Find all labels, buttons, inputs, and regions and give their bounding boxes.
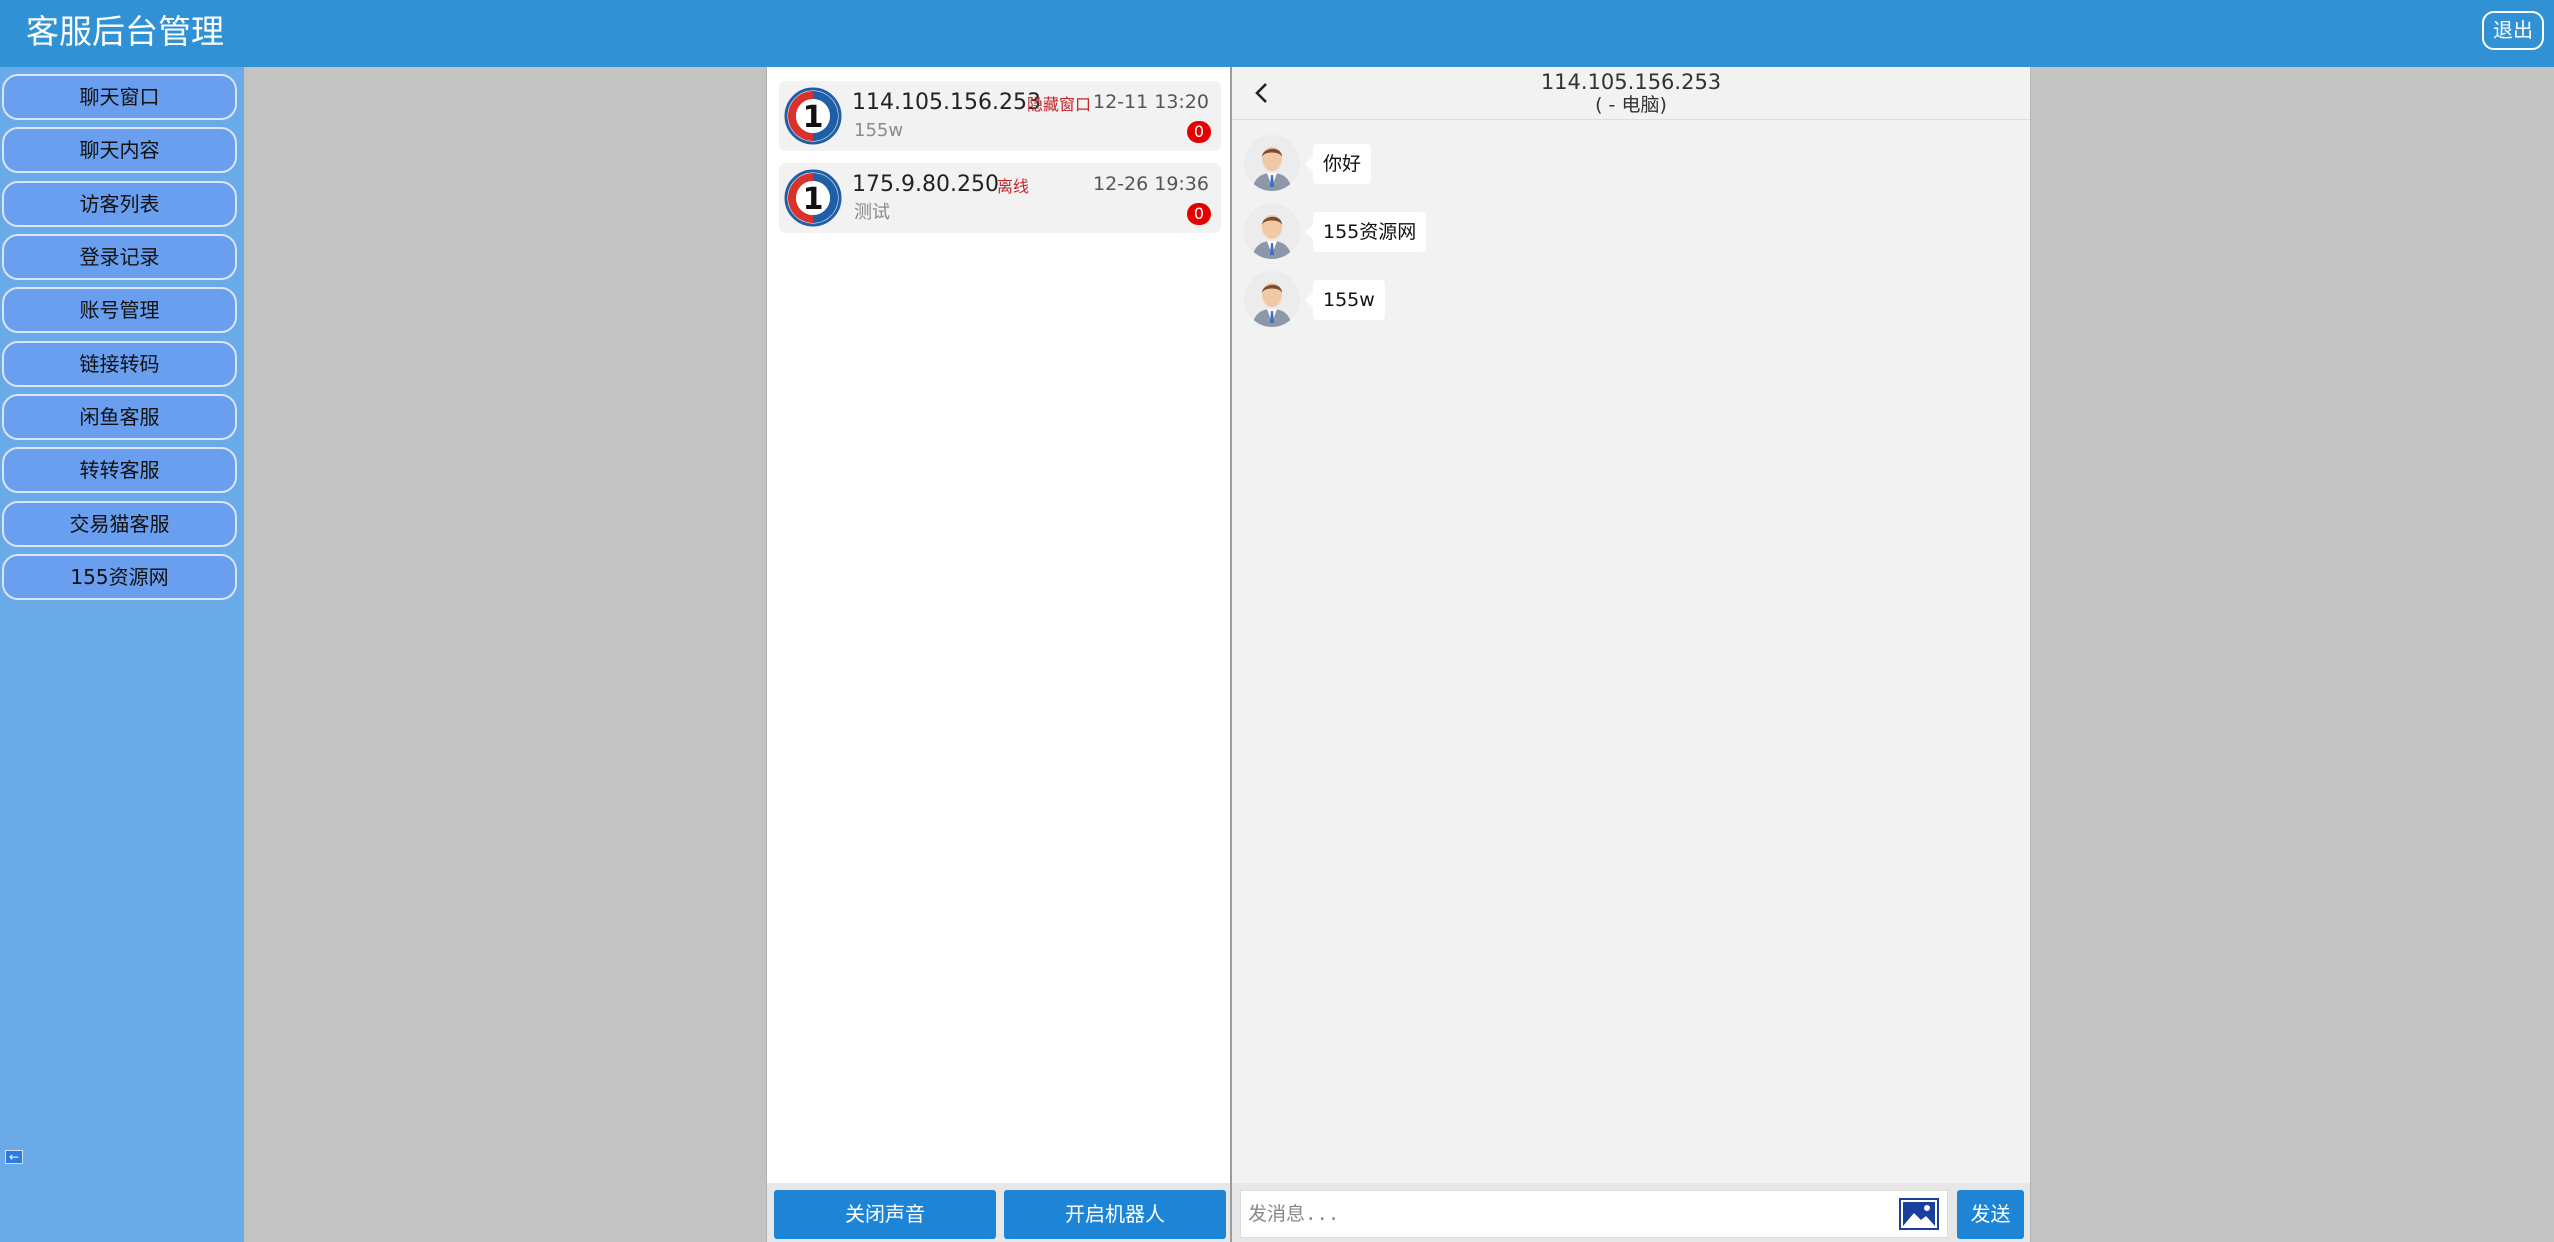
- conversation-list-panel: 1 114.105.156.253 隐藏窗口 155w 12-11 13:20 …: [766, 67, 1232, 1242]
- svg-text:1: 1: [803, 182, 824, 217]
- logout-button[interactable]: 退出: [2482, 11, 2544, 50]
- conversation-item[interactable]: 1 175.9.80.250 离线 测试 12-26 19:36 0: [779, 163, 1221, 233]
- sidebar: 聊天窗口 聊天内容 访客列表 登录记录 账号管理 链接转码 闲鱼客服 转转客服 …: [0, 67, 244, 1242]
- sidebar-item-155-resource[interactable]: 155资源网: [2, 554, 237, 600]
- chat-panel: 114.105.156.253 ( - 电脑) 你好 155资源网 155w 发…: [1232, 67, 2031, 1242]
- conversation-status-tag: 隐藏窗口: [1027, 95, 1092, 114]
- sidebar-item-chat-window[interactable]: 聊天窗口: [2, 74, 237, 120]
- sidebar-item-zhuanzhuan-service[interactable]: 转转客服: [2, 447, 237, 493]
- user-avatar-icon: [1244, 135, 1300, 191]
- visitor-logo-icon: 1: [784, 169, 842, 227]
- conversation-time: 12-26 19:36: [1092, 173, 1209, 195]
- sidebar-item-link-transcode[interactable]: 链接转码: [2, 341, 237, 387]
- message-input[interactable]: [1240, 1190, 1948, 1238]
- conversation-ip: 114.105.156.253: [852, 90, 1041, 115]
- arrow-left-icon[interactable]: ←: [5, 1150, 23, 1164]
- sidebar-item-jiaoyimao-service[interactable]: 交易猫客服: [2, 501, 237, 547]
- image-upload-icon[interactable]: [1899, 1198, 1939, 1230]
- sidebar-item-xianyu-service[interactable]: 闲鱼客服: [2, 394, 237, 440]
- conversation-preview: 测试: [854, 202, 890, 223]
- visitor-logo-icon: 1: [784, 87, 842, 145]
- conversation-ip: 175.9.80.250: [852, 172, 999, 197]
- sidebar-item-login-records[interactable]: 登录记录: [2, 234, 237, 280]
- message-bubble: 155资源网: [1304, 212, 1427, 252]
- top-bar: 客服后台管理 退出: [0, 0, 2554, 67]
- sidebar-item-chat-content[interactable]: 聊天内容: [2, 127, 237, 173]
- chat-title: 114.105.156.253: [1540, 70, 1722, 94]
- sidebar-item-account-management[interactable]: 账号管理: [2, 287, 237, 333]
- svg-text:1: 1: [803, 100, 824, 135]
- conversation-preview: 155w: [854, 120, 904, 141]
- send-button[interactable]: 发送: [1957, 1190, 2024, 1239]
- user-avatar-icon: [1244, 271, 1300, 327]
- conversation-status-tag: 离线: [997, 177, 1030, 196]
- conversation-footer: 关闭声音 开启机器人: [767, 1183, 1230, 1242]
- unread-badge: 0: [1187, 203, 1211, 225]
- chat-footer: 发送: [1232, 1183, 2030, 1242]
- unread-badge: 0: [1187, 121, 1211, 143]
- conversation-time: 12-11 13:20: [1092, 91, 1209, 113]
- user-avatar-icon: [1244, 203, 1300, 259]
- message-bubble: 155w: [1305, 280, 1385, 320]
- mute-sound-button[interactable]: 关闭声音: [774, 1190, 996, 1239]
- enable-robot-button[interactable]: 开启机器人: [1004, 1190, 1226, 1239]
- chat-subtitle: ( - 电脑): [1595, 94, 1667, 116]
- conversation-item[interactable]: 1 114.105.156.253 隐藏窗口 155w 12-11 13:20 …: [779, 81, 1221, 151]
- app-title: 客服后台管理: [26, 12, 224, 51]
- sidebar-item-visitor-list[interactable]: 访客列表: [2, 181, 237, 227]
- chat-header: 114.105.156.253 ( - 电脑): [1232, 67, 2030, 120]
- message-bubble: 你好: [1304, 144, 1372, 184]
